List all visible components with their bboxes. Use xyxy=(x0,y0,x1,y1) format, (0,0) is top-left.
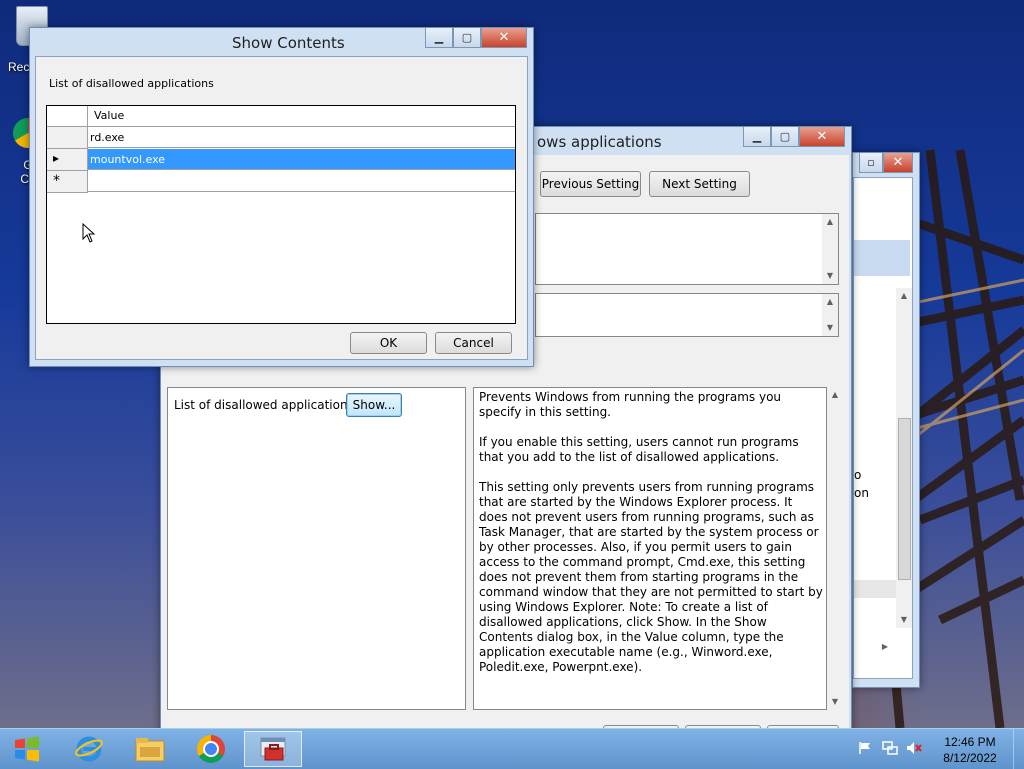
dialog-maximize-button[interactable]: ▢ xyxy=(453,28,481,48)
help-scrollbar[interactable]: ▲ ▼ xyxy=(827,387,843,710)
current-row-arrow-icon: ▸ xyxy=(53,151,60,165)
help-panel: Prevents Windows from running the progra… xyxy=(473,387,827,710)
row-header-current[interactable]: ▸ xyxy=(47,149,88,171)
grid-cell-value[interactable]: rd.exe xyxy=(88,127,515,148)
back-window-minimize-button[interactable]: ▫ xyxy=(859,153,883,173)
comment-scroll-up-icon[interactable]: ▲ xyxy=(822,214,838,230)
values-grid[interactable]: Value rd.exe ▸ mountvol.exe * xyxy=(46,105,516,324)
taskbar: 12:46 PM 8/12/2022 xyxy=(0,728,1024,769)
comment-scroll-down-icon[interactable]: ▼ xyxy=(822,268,838,284)
help-scroll-up-icon[interactable]: ▲ xyxy=(827,387,843,403)
supported-on-scrollbar[interactable]: ▲ ▼ xyxy=(822,294,838,336)
scroll-right-arrow-icon[interactable]: ▶ xyxy=(882,642,888,651)
clock-time: 12:46 PM xyxy=(944,735,996,749)
windows-logo-icon xyxy=(15,736,39,762)
scroll-up-arrow-icon[interactable]: ▲ xyxy=(896,288,912,304)
grid-row-1[interactable]: rd.exe xyxy=(47,127,515,149)
dialog-close-button[interactable]: ✕ xyxy=(481,28,527,48)
ok-button[interactable]: OK xyxy=(350,332,427,354)
start-button[interactable] xyxy=(0,731,54,767)
show-contents-dialog[interactable]: Show Contents ▁ ▢ ✕ List of disallowed a… xyxy=(29,27,534,367)
back-window-header-strip xyxy=(854,240,910,276)
chrome-icon xyxy=(197,735,225,763)
back-window[interactable]: ▫ ✕ o on ▲ ▼ ▶ xyxy=(852,152,920,688)
system-tray: 12:46 PM 8/12/2022 xyxy=(854,729,1024,769)
minimize-button[interactable]: ▁ xyxy=(743,127,771,147)
maximize-button[interactable]: ▢ xyxy=(771,127,799,147)
grid-cell-value-selected[interactable]: mountvol.exe xyxy=(88,149,515,170)
back-window-selected-row xyxy=(854,580,896,598)
group-policy-taskbar-button[interactable] xyxy=(244,731,302,767)
volume-muted-icon[interactable] xyxy=(906,741,922,755)
show-desktop-button[interactable] xyxy=(1013,729,1024,769)
scroll-thumb[interactable] xyxy=(898,418,911,580)
taskbar-clock[interactable]: 12:46 PM 8/12/2022 xyxy=(940,734,1000,766)
help-scroll-down-icon[interactable]: ▼ xyxy=(827,694,843,710)
grid-corner xyxy=(47,106,88,126)
value-column-header[interactable]: Value xyxy=(94,109,124,122)
grid-row-new[interactable]: * xyxy=(47,171,515,193)
row-header-new[interactable]: * xyxy=(47,171,88,193)
options-label: List of disallowed applications xyxy=(174,398,354,412)
show-contents-title: Show Contents xyxy=(232,34,345,52)
comment-box[interactable]: ▲ ▼ xyxy=(535,213,839,285)
policy-setting-title: ows applications xyxy=(537,133,662,151)
internet-explorer-icon xyxy=(75,736,103,762)
options-panel: List of disallowed applications Show... xyxy=(167,387,466,710)
file-explorer-taskbar-button[interactable] xyxy=(121,731,179,767)
new-row-asterisk-icon: * xyxy=(53,173,60,189)
close-button[interactable]: ✕ xyxy=(799,127,845,147)
grid-cell-new[interactable] xyxy=(88,171,515,192)
dialog-minimize-button[interactable]: ▁ xyxy=(425,28,453,48)
comment-scrollbar[interactable]: ▲ ▼ xyxy=(822,214,838,284)
clock-date: 8/12/2022 xyxy=(943,751,997,765)
folder-icon xyxy=(135,738,165,762)
previous-setting-button[interactable]: Previous Setting xyxy=(540,171,641,197)
back-window-fragment-o: o xyxy=(854,468,862,482)
chrome-taskbar-button[interactable] xyxy=(182,731,240,767)
supported-scroll-down-icon[interactable]: ▼ xyxy=(822,320,838,336)
cancel-button[interactable]: Cancel xyxy=(435,332,512,354)
grid-header: Value xyxy=(47,106,515,127)
supported-scroll-up-icon[interactable]: ▲ xyxy=(822,294,838,310)
back-window-fragment-on: on xyxy=(854,486,869,500)
back-window-close-button[interactable]: ✕ xyxy=(883,153,913,173)
show-button[interactable]: Show... xyxy=(346,393,402,417)
action-center-flag-icon[interactable] xyxy=(858,741,872,755)
next-setting-button[interactable]: Next Setting xyxy=(649,171,750,197)
network-icon[interactable] xyxy=(882,741,898,755)
show-contents-label: List of disallowed applications xyxy=(49,77,214,90)
grid-row-2[interactable]: ▸ mountvol.exe xyxy=(47,149,515,171)
supported-on-box: ▲ ▼ xyxy=(535,293,839,337)
group-policy-editor-icon xyxy=(260,737,286,761)
row-header[interactable] xyxy=(47,127,88,149)
back-window-scrollbar[interactable]: ▲ ▼ xyxy=(896,288,912,628)
scroll-down-arrow-icon[interactable]: ▼ xyxy=(896,612,912,628)
help-text: Prevents Windows from running the progra… xyxy=(479,390,823,674)
mouse-cursor-icon xyxy=(82,223,96,243)
internet-explorer-taskbar-button[interactable] xyxy=(60,731,118,767)
